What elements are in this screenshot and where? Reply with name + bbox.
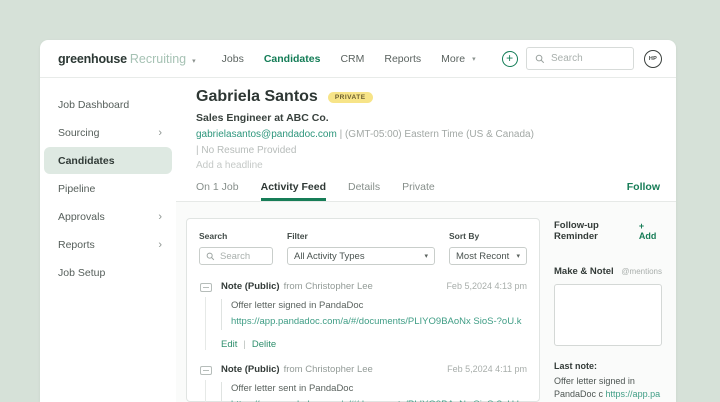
sidebar-item-label: Reports — [58, 238, 95, 251]
greenhouse-logo[interactable]: greenhouse Recruiting ▾ — [58, 52, 196, 66]
tab-activity-feed[interactable]: Activity Feed — [260, 181, 326, 201]
chevron-down-icon: ▾ — [516, 253, 520, 260]
user-avatar[interactable]: HP — [644, 49, 662, 68]
main-nav: Jobs Candidates CRM Reports More ▾ — [222, 53, 476, 65]
feed-filters: Search Filter — [199, 231, 527, 265]
sidebar-item-label: Job Dashboard — [58, 98, 130, 111]
tab-on-1-job[interactable]: On 1 Job — [196, 181, 239, 201]
sort-by-value: Most Recont — [456, 250, 510, 262]
chevron-right-icon: › — [158, 210, 162, 223]
tab-details[interactable]: Details — [348, 181, 380, 201]
entry-title: Note (Public) — [221, 281, 280, 292]
nav-item-more[interactable]: More ▾ — [441, 53, 475, 65]
sidebar-item-label: Job Setup — [58, 266, 106, 279]
follow-up-reminder-title: Follow-up Reminder — [554, 220, 599, 242]
candidate-tabs: On 1 Job Activity Feed Details Private F… — [176, 181, 676, 202]
chevron-right-icon: › — [158, 238, 162, 251]
entry-document-link[interactable]: https://app.pandadoc.com/a/#/documents/P… — [231, 315, 527, 329]
sidebar-item-label: Sourcing — [58, 126, 100, 139]
sidebar-item-job-dashboard[interactable]: Job Dashboard — [44, 91, 172, 118]
entry-author: from Christopher Lee — [283, 281, 373, 292]
last-note-section: Last note: Offer letter signed in PandaD… — [554, 361, 662, 402]
sidebar-item-pipeline[interactable]: Pipeline — [44, 175, 172, 202]
follow-button[interactable]: Follow — [627, 181, 660, 201]
add-reminder-button[interactable]: + Add — [639, 221, 662, 241]
nav-item-crm[interactable]: CRM — [340, 53, 364, 65]
sidebar-item-reports[interactable]: Reports › — [44, 231, 172, 258]
sort-by-dropdown[interactable]: Most Recont ▾ — [449, 247, 527, 265]
activity-entries: Note (Public) from Christopher Lee Feb 5… — [199, 281, 527, 402]
sort-filter-label: Sort By — [449, 231, 480, 241]
entry-timestamp: Feb 5,2024 4:11 pm — [447, 363, 527, 374]
nav-item-reports[interactable]: Reports — [384, 53, 421, 65]
search-filter-label: Search — [199, 231, 228, 241]
chevron-down-icon: ▾ — [192, 57, 196, 65]
sidebar-item-label: Pipeline — [58, 182, 96, 195]
nav-item-jobs[interactable]: Jobs — [222, 53, 244, 65]
candidate-role: Sales Engineer at ABC Co. — [196, 112, 329, 124]
nav-item-candidates[interactable]: Candidates — [264, 53, 321, 65]
delete-note-link[interactable]: Delite — [252, 339, 276, 350]
timeline-line — [205, 297, 206, 350]
separator: | — [243, 338, 246, 350]
feed-search-box — [199, 247, 273, 265]
private-badge: PRIVATE — [327, 91, 373, 103]
candidate-name: Gabriela Santos — [196, 88, 318, 105]
type-filter-label: Filter — [287, 231, 308, 241]
filter-group-type: Filter All Activity Types ▾ — [287, 231, 435, 265]
tab-private[interactable]: Private — [402, 181, 435, 201]
activity-type-dropdown[interactable]: All Activity Types ▾ — [287, 247, 435, 265]
global-search[interactable]: Search — [526, 47, 634, 70]
timeline-line — [205, 379, 206, 402]
note-textarea[interactable] — [554, 284, 662, 346]
chevron-down-icon: ▾ — [472, 55, 476, 63]
entry-document-link[interactable]: https://app.pandadoc.com/a/#/documents/P… — [231, 398, 527, 402]
candidate-header: Gabriela Santos PRIVATE Sales Engineer a… — [176, 78, 676, 171]
search-icon — [535, 54, 545, 63]
candidate-email-link[interactable]: gabrielasantos@pandadoc.com — [196, 129, 337, 140]
feed-search-input[interactable] — [220, 250, 266, 262]
logo-brand: greenhouse — [58, 51, 127, 66]
chevron-right-icon: › — [158, 126, 162, 139]
entry-title: Note (Public) — [221, 363, 280, 375]
add-headline-link[interactable]: Add a headline — [196, 160, 660, 171]
sidebar-item-job-setup[interactable]: Job Setup — [44, 259, 172, 286]
logo-product: Recruiting — [129, 51, 187, 66]
entry-timestamp: Feb 5,2024 4:13 pm — [446, 281, 527, 291]
candidate-timezone: | (GMT-05:00) Eastern Time (US & Canada) — [339, 129, 534, 140]
create-new-button[interactable]: + — [501, 50, 518, 67]
entry-author: from Christopher Lee — [283, 363, 373, 375]
entry-body-text: Offer letter signed in PandaDoc — [231, 300, 364, 311]
sidebar-item-candidates[interactable]: Candidates — [44, 147, 172, 174]
note-icon — [199, 365, 212, 375]
feed-entry: Note (Public) from Christopher Lee Feb 5… — [199, 281, 527, 350]
left-sidebar: Job Dashboard Sourcing › Candidates Pipe… — [40, 78, 176, 402]
sidebar-item-label: Approvals — [58, 210, 105, 223]
feed-entry: Note (Public) from Christopher Lee Feb 5… — [199, 364, 527, 402]
sidebar-item-sourcing[interactable]: Sourcing › — [44, 119, 172, 146]
top-navbar: greenhouse Recruiting ▾ Jobs Candidates … — [40, 40, 676, 78]
filter-group-sort: Sort By Most Recont ▾ — [449, 231, 527, 265]
activity-type-value: All Activity Types — [294, 250, 365, 262]
search-icon — [206, 252, 215, 260]
filter-group-search: Search — [199, 231, 273, 265]
chevron-down-icon: ▾ — [424, 253, 428, 260]
edit-note-link[interactable]: Edit — [221, 339, 237, 350]
note-icon — [199, 283, 212, 292]
nav-item-more-label: More — [441, 52, 466, 65]
sidebar-item-approvals[interactable]: Approvals › — [44, 203, 172, 230]
make-a-note-title: Make & Notel — [554, 266, 614, 277]
resume-status: | No Resume Provided — [196, 145, 297, 156]
sidebar-item-label: Candidates — [58, 154, 115, 167]
plus-icon: + — [506, 50, 514, 65]
app-window: greenhouse Recruiting ▾ Jobs Candidates … — [40, 40, 676, 402]
activity-feed-card: Search Filter — [186, 218, 540, 402]
entry-body-text: Offer letter sent in PandaDoc — [231, 382, 354, 394]
right-panel: Follow-up Reminder + Add Make & Notel @m… — [540, 218, 664, 402]
global-search-placeholder: Search — [551, 53, 583, 64]
last-note-label: Last note: — [554, 361, 598, 371]
avatar-initials: HP — [648, 55, 658, 62]
mentions-hint: @mentions — [621, 267, 662, 276]
